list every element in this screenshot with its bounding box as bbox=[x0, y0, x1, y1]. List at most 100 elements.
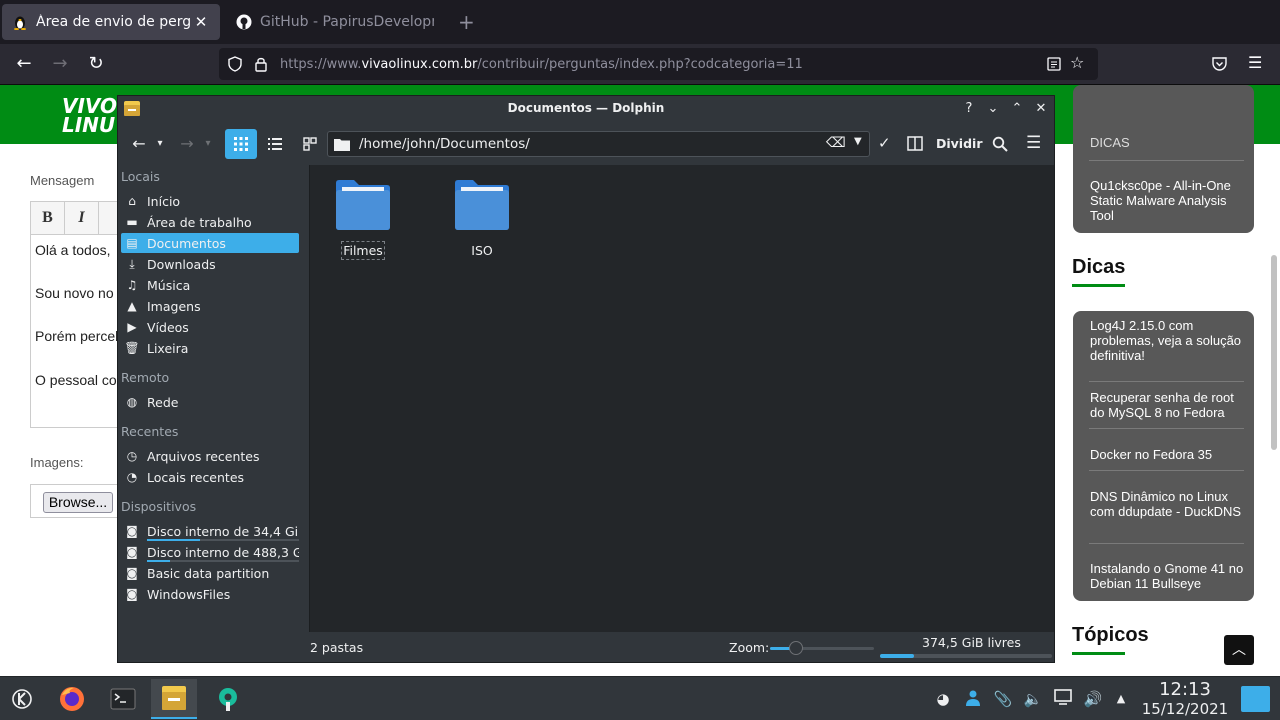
places-item[interactable]: ▤ Documentos bbox=[121, 233, 299, 253]
clock[interactable]: 12:13 15/12/2021 bbox=[1135, 680, 1235, 719]
top-card: DICAS Qu1cksc0pe - All-in-One Static Mal… bbox=[1073, 85, 1254, 233]
url-bar[interactable]: https://www.vivaolinux.com.br/contribuir… bbox=[219, 48, 1098, 80]
drive-icon: ◙ bbox=[126, 545, 138, 559]
file-view[interactable]: Filmes ISO bbox=[309, 165, 1054, 632]
places-item-label: Disco interno de 34,4 Gi... bbox=[147, 523, 299, 539]
places-item-label: Início bbox=[147, 193, 181, 209]
places-item-label: Área de trabalho bbox=[147, 214, 252, 230]
back-icon[interactable]: ← bbox=[10, 52, 38, 76]
forward-icon[interactable]: → bbox=[46, 52, 74, 76]
path-text[interactable]: /home/john/Documentos/ bbox=[359, 136, 530, 152]
places-item[interactable]: 🗑 Lixeira bbox=[121, 338, 299, 358]
terminal-task[interactable] bbox=[100, 679, 146, 719]
minimize-icon[interactable]: ⌄ bbox=[984, 100, 1002, 118]
location-bar[interactable]: /home/john/Documentos/ ⌫ ▼ bbox=[327, 131, 870, 157]
list-icon bbox=[268, 138, 282, 150]
drive-usage-bar bbox=[147, 560, 299, 562]
places-heading-remoto: Remoto bbox=[121, 370, 170, 385]
dica-item[interactable]: Log4J 2.15.0 com problemas, veja a soluç… bbox=[1073, 318, 1254, 363]
back-history-icon[interactable]: ▾ bbox=[154, 129, 166, 159]
menu-icon[interactable]: ☰ bbox=[1248, 53, 1262, 72]
status-text: 2 pastas bbox=[310, 640, 364, 655]
display-icon[interactable] bbox=[1053, 689, 1073, 709]
monitor-icon bbox=[1054, 689, 1072, 705]
maximize-icon[interactable]: ⌃ bbox=[1008, 100, 1026, 118]
forward-history-icon[interactable]: ▾ bbox=[202, 129, 214, 159]
top-item[interactable]: Qu1cksc0pe - All-in-One Static Malware A… bbox=[1073, 178, 1254, 223]
path-dropdown-icon[interactable]: ▼ bbox=[854, 136, 862, 147]
places-item[interactable]: ▶ Vídeos bbox=[121, 317, 299, 337]
hamburger-menu-icon[interactable]: ☰ bbox=[1026, 133, 1041, 153]
places-item[interactable]: ⤓ Downloads bbox=[121, 254, 299, 274]
places-item[interactable]: ◍ Rede bbox=[121, 392, 299, 412]
dica-item[interactable]: DNS Dinâmico no Linux com ddupdate - Duc… bbox=[1073, 489, 1254, 519]
italic-button[interactable]: I bbox=[65, 202, 99, 234]
search-icon[interactable] bbox=[992, 136, 1008, 152]
places-item[interactable]: ♫ Música bbox=[121, 275, 299, 295]
user-icon[interactable] bbox=[963, 689, 983, 709]
places-item[interactable]: ◷ Arquivos recentes bbox=[121, 446, 299, 466]
reload-icon[interactable]: ↻ bbox=[82, 52, 110, 76]
forward-icon[interactable]: → bbox=[178, 129, 196, 159]
places-item[interactable]: ▲ Imagens bbox=[121, 296, 299, 316]
dica-item[interactable]: Instalando o Gnome 41 no Debian 11 Bulls… bbox=[1073, 561, 1254, 591]
divider bbox=[1089, 428, 1244, 429]
places-item[interactable]: ▬ Área de trabalho bbox=[121, 212, 299, 232]
site-logo[interactable]: VIVO LINU bbox=[62, 96, 117, 135]
lock-icon[interactable] bbox=[254, 56, 268, 72]
shield-icon[interactable] bbox=[227, 56, 243, 72]
dica-item[interactable]: Docker no Fedora 35 bbox=[1073, 447, 1254, 462]
new-tab-icon[interactable]: + bbox=[458, 10, 475, 34]
tab-inactive[interactable]: GitHub - PapirusDevelopme bbox=[226, 4, 444, 40]
reader-view-icon[interactable] bbox=[1047, 57, 1061, 71]
scroll-top-button[interactable]: ︿ bbox=[1224, 635, 1254, 665]
page-sidebar: DICAS Qu1cksc0pe - All-in-One Static Mal… bbox=[1066, 85, 1266, 676]
close-window-icon[interactable]: ✕ bbox=[1032, 100, 1050, 118]
desktop-icon: ▬ bbox=[126, 215, 138, 229]
zoom-slider-handle[interactable] bbox=[789, 641, 803, 655]
folder-item-filmes[interactable]: Filmes bbox=[323, 179, 403, 269]
bookmark-star-icon[interactable]: ☆ bbox=[1070, 53, 1084, 72]
bold-button[interactable]: B bbox=[31, 202, 65, 234]
show-desktop-button[interactable] bbox=[1241, 686, 1270, 712]
tray-expand-icon[interactable]: ▲ bbox=[1111, 689, 1131, 709]
tab-active[interactable]: Área de envio de perguntas ✕ bbox=[2, 4, 220, 40]
discover-task[interactable] bbox=[205, 679, 251, 719]
close-tab-icon[interactable]: ✕ bbox=[192, 13, 210, 31]
split-view-icon[interactable] bbox=[907, 136, 923, 151]
folder-item-iso[interactable]: ISO bbox=[442, 179, 522, 269]
compact-view-button[interactable] bbox=[299, 129, 321, 159]
details-view-button[interactable] bbox=[264, 129, 286, 159]
back-icon[interactable]: ← bbox=[130, 129, 148, 159]
page-scrollbar[interactable] bbox=[1271, 255, 1277, 450]
clear-path-icon[interactable]: ⌫ bbox=[826, 135, 846, 151]
dica-item[interactable]: Recuperar senha de root do MySQL 8 no Fe… bbox=[1073, 390, 1254, 420]
firefox-task[interactable] bbox=[49, 679, 95, 719]
dolphin-task[interactable] bbox=[151, 679, 197, 719]
color-picker-icon[interactable]: ◕ bbox=[933, 689, 953, 709]
places-item[interactable]: ◙ Disco interno de 488,3 G... bbox=[121, 542, 299, 562]
top-item-partial[interactable]: DICAS bbox=[1073, 135, 1254, 150]
places-item[interactable]: ⌂ Início bbox=[121, 191, 299, 211]
help-icon[interactable]: ? bbox=[960, 100, 978, 118]
music-icon: ♫ bbox=[126, 278, 138, 292]
free-space-bar-fill bbox=[880, 654, 915, 658]
audio-icon[interactable]: 🔈 bbox=[1023, 689, 1043, 709]
window-titlebar[interactable]: Documentos — Dolphin ? ⌄ ⌃ ✕ bbox=[118, 96, 1054, 122]
split-button[interactable]: Dividir bbox=[936, 136, 983, 151]
places-item[interactable]: ◙ WindowsFiles bbox=[121, 584, 299, 604]
heading-underline bbox=[1072, 284, 1125, 287]
places-item[interactable]: ◔ Locais recentes bbox=[121, 467, 299, 487]
app-launcher-button[interactable] bbox=[0, 679, 44, 719]
places-item[interactable]: ◙ Disco interno de 34,4 Gi... bbox=[121, 521, 299, 541]
places-item-label: Rede bbox=[147, 394, 179, 410]
pocket-icon[interactable] bbox=[1211, 56, 1228, 72]
zoom-slider[interactable] bbox=[770, 641, 874, 655]
dicas-heading: Dicas bbox=[1072, 256, 1126, 278]
confirm-path-icon[interactable]: ✓ bbox=[878, 134, 891, 152]
browse-button[interactable]: Browse... bbox=[43, 492, 113, 513]
clipboard-icon[interactable]: 📎 bbox=[993, 689, 1013, 709]
places-item[interactable]: ◙ Basic data partition bbox=[121, 563, 299, 583]
volume-icon[interactable]: 🔊 bbox=[1083, 689, 1103, 709]
icons-view-button[interactable] bbox=[225, 129, 257, 159]
